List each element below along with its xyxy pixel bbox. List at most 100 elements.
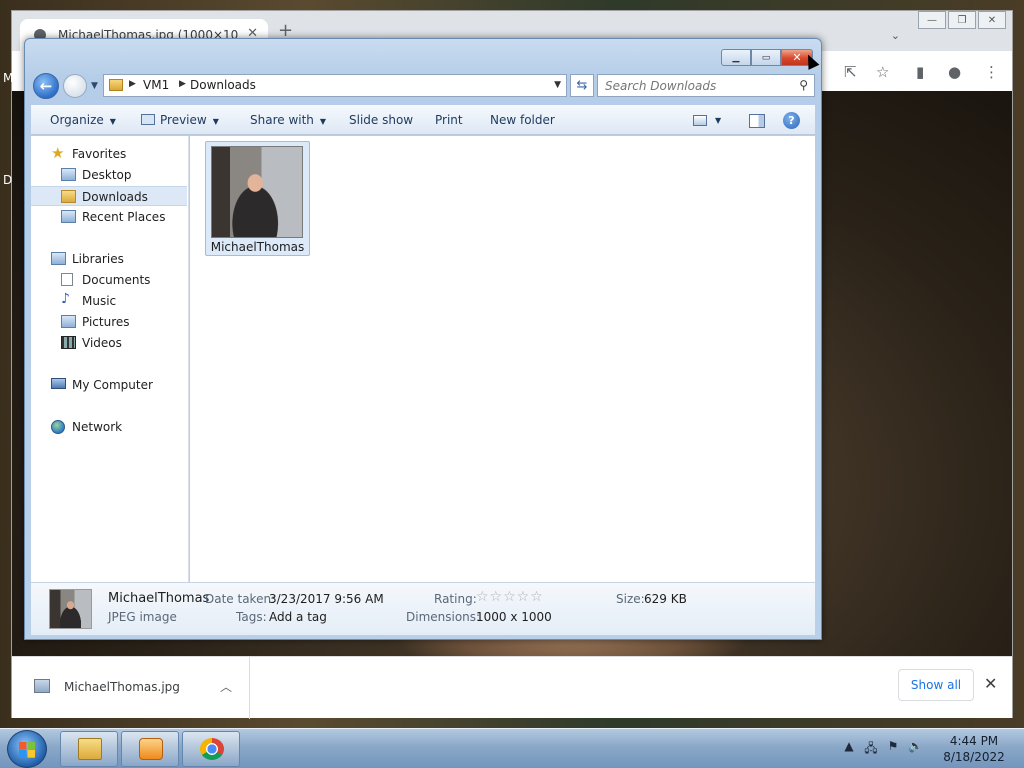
windows-logo-icon bbox=[19, 742, 35, 758]
preview-button[interactable]: Preview ▼ bbox=[141, 113, 219, 127]
nav-label: Recent Places bbox=[82, 210, 166, 224]
nav-recent-places[interactable]: Recent Places bbox=[31, 207, 187, 227]
star-icon[interactable]: ☆ bbox=[876, 63, 889, 81]
tags-value[interactable]: Add a tag bbox=[269, 610, 327, 624]
details-file-type: JPEG image bbox=[108, 610, 177, 624]
recent-pages-dropdown[interactable]: ▼ bbox=[91, 81, 98, 91]
download-file-name: MichaelThomas.jpg bbox=[64, 680, 180, 694]
show-all-button[interactable]: Show all bbox=[898, 669, 974, 701]
star-icon: ★ bbox=[51, 144, 65, 162]
maximize-button[interactable]: ▭ bbox=[751, 49, 781, 66]
volume-icon[interactable]: 🔈 bbox=[908, 739, 923, 753]
menu-icon[interactable]: ⋮ bbox=[984, 63, 999, 81]
navigation-row: ← ▼ ▶ VM1 ▶ Downloads ▼ ⇆ ⚲ bbox=[33, 73, 815, 103]
nav-videos[interactable]: Videos bbox=[31, 333, 187, 353]
command-bar: Organize ▼ Preview ▼ Share with ▼ Slide sho… bbox=[31, 105, 815, 135]
taskbar: ▲ 🖧 ⚑ 🔈 4:44 PM 8/18/2022 bbox=[0, 728, 1024, 768]
caret-down-icon: ▼ bbox=[109, 117, 116, 126]
nav-label: Pictures bbox=[82, 315, 130, 329]
start-button[interactable] bbox=[7, 730, 47, 768]
show-hidden-icons-icon[interactable]: ▲ bbox=[842, 739, 856, 753]
nav-favorites[interactable]: ★ Favorites bbox=[31, 144, 187, 164]
organize-button[interactable]: Organize ▼ bbox=[50, 113, 116, 127]
side-letter: D bbox=[3, 173, 13, 187]
recent-places-icon bbox=[61, 210, 76, 223]
film-strip-icon bbox=[61, 336, 76, 349]
breadcrumb-vm1[interactable]: VM1 bbox=[143, 78, 169, 92]
date-taken-value[interactable]: 3/23/2017 9:56 AM bbox=[269, 592, 384, 606]
share-with-button[interactable]: Share with ▼ bbox=[250, 113, 326, 127]
nav-label: Libraries bbox=[72, 252, 124, 266]
back-button[interactable]: ← bbox=[33, 73, 59, 99]
navigation-pane: ★ Favorites Desktop Downloads Recent Pla… bbox=[31, 136, 189, 582]
preview-pane-icon[interactable] bbox=[749, 114, 765, 128]
network-icon[interactable]: 🖧 bbox=[864, 739, 878, 755]
chrome-close-button[interactable]: ✕ bbox=[978, 11, 1006, 29]
dimensions-value: 1000 x 1000 bbox=[476, 610, 552, 624]
address-dropdown-icon[interactable]: ▼ bbox=[554, 80, 561, 90]
chevron-up-icon[interactable]: ︿ bbox=[220, 678, 232, 695]
download-shelf: MichaelThomas.jpg ︿ Show all ✕ bbox=[12, 656, 1012, 719]
rating-stars[interactable]: ☆☆☆☆☆ bbox=[476, 589, 544, 605]
side-panel-icon[interactable]: ▮ bbox=[916, 63, 924, 81]
libraries-icon bbox=[51, 252, 66, 265]
chevron-right-icon[interactable]: ▶ bbox=[129, 79, 136, 89]
clock[interactable]: 4:44 PM 8/18/2022 bbox=[940, 733, 1008, 765]
change-view-icon[interactable] bbox=[693, 115, 707, 126]
refresh-button[interactable]: ⇆ bbox=[570, 74, 594, 97]
view-options-dropdown-icon[interactable]: ▼ bbox=[715, 116, 721, 125]
share-icon[interactable]: ⇱ bbox=[844, 63, 857, 81]
print-button[interactable]: Print bbox=[435, 113, 463, 127]
nav-label: Music bbox=[82, 294, 117, 308]
nav-libraries[interactable]: Libraries bbox=[31, 249, 187, 269]
chevron-down-icon[interactable]: ⌄ bbox=[891, 29, 900, 42]
action-center-icon[interactable]: ⚑ bbox=[886, 739, 900, 753]
size-label: Size: bbox=[616, 592, 645, 606]
taskbar-media-player-button[interactable] bbox=[121, 731, 179, 767]
breadcrumb-downloads[interactable]: Downloads bbox=[190, 78, 256, 92]
file-list-area[interactable]: MichaelThomas bbox=[190, 136, 815, 582]
chevron-right-icon[interactable]: ▶ bbox=[179, 79, 186, 89]
nav-documents[interactable]: Documents bbox=[31, 270, 187, 290]
search-input[interactable] bbox=[598, 75, 788, 96]
image-file-icon bbox=[34, 679, 50, 693]
nav-network[interactable]: Network bbox=[31, 417, 187, 437]
chrome-minimize-button[interactable]: — bbox=[918, 11, 946, 29]
caret-down-icon: ▼ bbox=[319, 117, 327, 126]
download-item[interactable]: MichaelThomas.jpg ︿ bbox=[12, 657, 250, 719]
nav-label: Network bbox=[72, 420, 123, 434]
minimize-button[interactable]: ▁ bbox=[721, 49, 751, 66]
system-tray: ▲ 🖧 ⚑ 🔈 bbox=[842, 739, 923, 755]
forward-button[interactable] bbox=[63, 74, 87, 98]
nav-pictures[interactable]: Pictures bbox=[31, 312, 187, 332]
nav-label: Videos bbox=[82, 336, 122, 350]
tags-label: Tags: bbox=[236, 610, 267, 624]
nav-label: My Computer bbox=[72, 378, 153, 392]
mouse-cursor-icon bbox=[802, 52, 820, 70]
search-icon[interactable]: ⚲ bbox=[799, 78, 808, 92]
nav-music[interactable]: ♪ Music bbox=[31, 291, 187, 311]
profile-icon[interactable]: ● bbox=[948, 63, 961, 81]
nav-downloads[interactable]: Downloads bbox=[31, 186, 187, 206]
taskbar-explorer-button[interactable] bbox=[60, 731, 118, 767]
folder-icon bbox=[109, 79, 123, 91]
nav-my-computer[interactable]: My Computer bbox=[31, 375, 187, 395]
folder-icon bbox=[78, 738, 102, 760]
close-icon[interactable]: ✕ bbox=[984, 674, 997, 693]
music-note-icon: ♪ bbox=[61, 291, 70, 307]
taskbar-chrome-button[interactable] bbox=[182, 731, 240, 767]
date-taken-label: Date taken: bbox=[205, 592, 276, 606]
file-item[interactable]: MichaelThomas bbox=[205, 141, 310, 256]
media-player-icon bbox=[139, 738, 163, 760]
new-folder-button[interactable]: New folder bbox=[490, 113, 555, 127]
new-tab-icon[interactable]: + bbox=[278, 22, 293, 40]
help-icon[interactable]: ? bbox=[783, 112, 800, 129]
documents-icon bbox=[61, 273, 73, 286]
nav-desktop[interactable]: Desktop bbox=[31, 165, 187, 185]
details-thumbnail bbox=[49, 589, 92, 629]
address-bar[interactable]: ▶ VM1 ▶ Downloads ▼ bbox=[103, 74, 567, 97]
slide-show-button[interactable]: Slide show bbox=[349, 113, 413, 127]
details-pane: MichaelThomas JPEG image Date taken: 3/2… bbox=[31, 582, 815, 635]
chrome-maximize-button[interactable]: ❐ bbox=[948, 11, 976, 29]
search-box[interactable]: ⚲ bbox=[597, 74, 815, 97]
